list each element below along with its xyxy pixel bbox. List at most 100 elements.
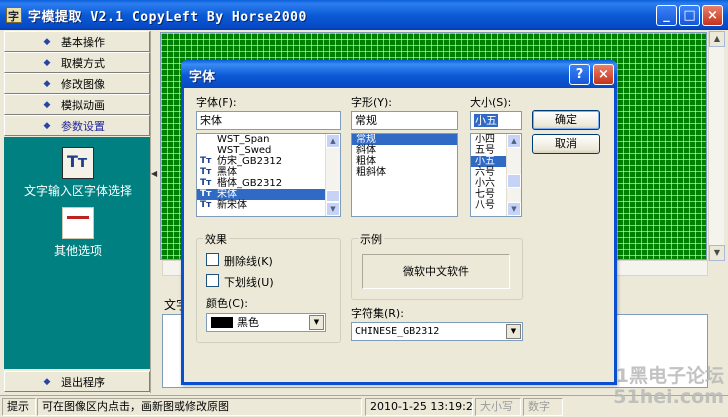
diamond-icon: ◆ [43, 37, 51, 47]
effects-label: 效果 [203, 231, 229, 247]
status-numlock: 数字 [523, 398, 563, 416]
title-bar: 字模提取 V2.1 CopyLeft By Horse2000 _ □ × [0, 0, 728, 30]
font-name-input[interactable]: 宋体 [196, 111, 341, 130]
underline-checkbox[interactable] [206, 274, 219, 287]
diamond-icon: ◆ [43, 79, 51, 89]
watermark-line1: 51黑电子论坛 [602, 365, 724, 387]
size-input-value: 小五 [474, 114, 498, 127]
charset-select-value: CHINESE_GB2312 [355, 326, 440, 337]
font-dialog: 字体 ? × 字体(F): 宋体 WST_Span WST_Swed Tт 仿宋_… [181, 60, 617, 385]
font-list-item-selected[interactable]: Tт 宋体 [197, 189, 340, 200]
style-list-item[interactable]: 粗体 [352, 156, 457, 167]
dialog-body: 字体(F): 宋体 WST_Span WST_Swed Tт 仿宋_GB2312 … [184, 88, 614, 382]
window-title: 字模提取 V2.1 CopyLeft By Horse2000 [28, 10, 307, 25]
chevron-down-icon[interactable]: ▼ [309, 315, 324, 330]
color-select[interactable]: 黑色 ▼ [206, 313, 326, 332]
status-hint-label: 提示 [2, 398, 36, 416]
strikeout-checkbox[interactable] [206, 253, 219, 266]
other-options-tool[interactable]: 其他选项 [18, 207, 138, 259]
font-list-item[interactable]: Tт 仿宋_GB2312 [197, 156, 340, 167]
size-list[interactable]: 小四 五号 小五 六号 小六 七号 八号 ▲ ▼ [470, 133, 522, 217]
status-datetime: 2010-1-25 13:19:29 [365, 398, 473, 416]
nav-pane: ◆ 基本操作 ◆ 取模方式 ◆ 修改图像 ◆ 模拟动画 ◆ 参数设置 文字输入区… [4, 31, 150, 393]
app-icon [6, 7, 22, 24]
maximize-icon: □ [683, 8, 696, 23]
scroll-down-icon[interactable]: ▼ [326, 202, 340, 216]
charset-select[interactable]: CHINESE_GB2312 ▼ [351, 322, 523, 341]
settings-panel: 文字输入区字体选择 其他选项 [4, 137, 150, 369]
ok-button[interactable]: 确定 [532, 110, 600, 130]
color-select-value: 黑色 [237, 316, 259, 329]
close-button[interactable]: × [702, 5, 723, 26]
truetype-icon: Tт [200, 156, 212, 166]
dialog-title: 字体 [189, 70, 216, 85]
text-font-tool[interactable]: 文字输入区字体选择 [18, 147, 138, 199]
maximize-button[interactable]: □ [679, 5, 700, 26]
nav-item-label: 修改图像 [61, 78, 105, 91]
font-list-scrollbar[interactable]: ▲ ▼ [325, 134, 340, 216]
minimize-button[interactable]: _ [656, 5, 677, 26]
color-swatch [211, 317, 233, 328]
nav-item-label: 取模方式 [61, 57, 105, 70]
scroll-down-icon[interactable]: ▼ [507, 202, 521, 216]
sample-label: 示例 [358, 231, 384, 247]
sample-preview: 微软中文软件 [362, 254, 510, 289]
scroll-up-icon[interactable]: ▲ [326, 134, 340, 148]
scroll-thumb[interactable] [507, 174, 521, 188]
font-list-item[interactable]: Tт 新宋体 [197, 200, 340, 211]
dialog-close-button[interactable]: × [593, 64, 614, 85]
text-font-tool-label: 文字输入区字体选择 [23, 184, 132, 198]
diamond-icon: ◆ [43, 377, 51, 387]
font-icon [62, 147, 94, 179]
chevron-down-icon[interactable]: ▼ [506, 324, 521, 339]
font-label: 字体(F): [196, 96, 237, 109]
font-list-item[interactable]: Tт 黑体 [197, 167, 340, 178]
size-list-scrollbar[interactable]: ▲ ▼ [506, 134, 521, 216]
scroll-thumb[interactable] [326, 190, 340, 202]
truetype-icon: Tт [200, 189, 212, 199]
exit-label: 退出程序 [61, 376, 105, 389]
scroll-up-icon[interactable]: ▲ [507, 134, 521, 148]
font-list-item[interactable]: Tт 楷体_GB2312 [197, 178, 340, 189]
nav-item-basic-ops[interactable]: ◆ 基本操作 [4, 31, 150, 52]
truetype-icon: Tт [200, 167, 212, 177]
font-list-item[interactable]: WST_Span [197, 134, 340, 145]
sample-group: 示例 微软中文软件 [351, 231, 523, 300]
exit-button[interactable]: ◆ 退出程序 [4, 371, 150, 392]
font-list-item[interactable]: WST_Swed [197, 145, 340, 156]
close-icon: × [707, 8, 718, 23]
truetype-icon: Tт [200, 200, 212, 210]
nav-item-animation[interactable]: ◆ 模拟动画 [4, 94, 150, 115]
options-icon [62, 207, 94, 239]
splitter[interactable]: ◀ [150, 31, 158, 393]
canvas-vertical-scrollbar[interactable]: ▲ ▼ [708, 31, 725, 261]
effects-group: 效果 删除线(K) 下划线(U) 颜色(C): 黑色 ▼ [196, 231, 341, 343]
color-label: 颜色(C): [206, 297, 248, 310]
font-list[interactable]: WST_Span WST_Swed Tт 仿宋_GB2312 Tт 黑体 Tт 楷体_… [196, 133, 341, 217]
style-input[interactable]: 常规 [351, 111, 458, 130]
nav-item-settings[interactable]: ◆ 参数设置 [4, 115, 150, 136]
diamond-icon: ◆ [43, 58, 51, 68]
minimize-icon: _ [663, 8, 670, 23]
size-input[interactable]: 小五 [470, 111, 522, 130]
cancel-button[interactable]: 取消 [532, 134, 600, 154]
nav-item-edit-image[interactable]: ◆ 修改图像 [4, 73, 150, 94]
nav-item-label: 模拟动画 [61, 99, 105, 112]
watermark: 51黑电子论坛 51hei.com [603, 366, 724, 408]
scroll-up-icon[interactable]: ▲ [709, 31, 725, 47]
nav-item-mode[interactable]: ◆ 取模方式 [4, 52, 150, 73]
style-list-item-selected[interactable]: 常规 [352, 134, 457, 145]
collapse-arrow-icon: ◀ [151, 169, 158, 178]
style-list[interactable]: 常规 斜体 粗体 粗斜体 [351, 133, 458, 217]
underline-label: 下划线(U) [224, 276, 274, 289]
style-list-item[interactable]: 斜体 [352, 145, 457, 156]
nav-item-label: 参数设置 [61, 120, 105, 133]
help-button[interactable]: ? [569, 64, 590, 85]
other-options-label: 其他选项 [53, 244, 102, 258]
truetype-icon: Tт [200, 178, 212, 188]
nav-item-label: 基本操作 [61, 36, 105, 49]
style-list-item[interactable]: 粗斜体 [352, 167, 457, 178]
status-capslock: 大小写 [475, 398, 521, 416]
scroll-down-icon[interactable]: ▼ [709, 245, 725, 261]
dialog-title-bar: 字体 ? × [181, 60, 617, 88]
